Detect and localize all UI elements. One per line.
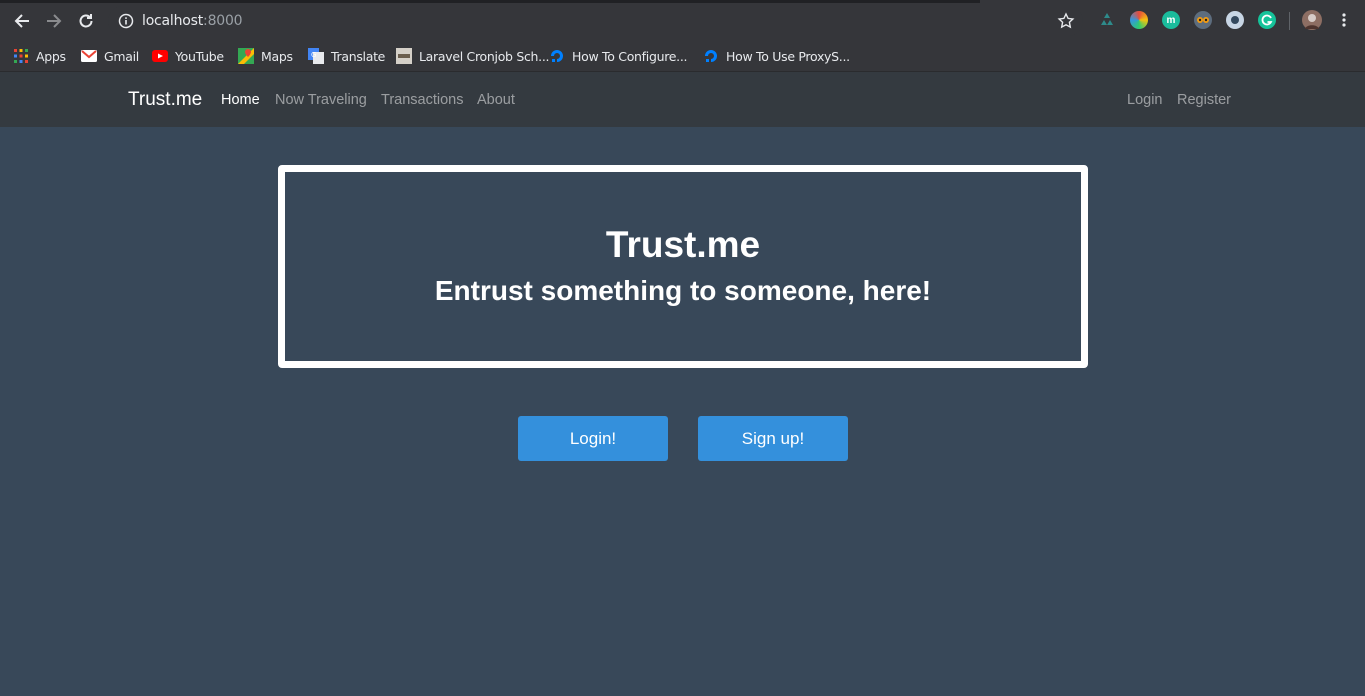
bookmark-label: How To Use ProxyS... xyxy=(726,48,850,64)
hero-box: Trust.me Entrust something to someone, h… xyxy=(278,165,1088,368)
back-arrow-icon xyxy=(14,14,29,28)
url-port: :8000 xyxy=(203,13,243,29)
extension-badge-text: m xyxy=(1166,14,1176,26)
color-extension-icon[interactable] xyxy=(1130,11,1148,29)
info-icon[interactable] xyxy=(118,13,134,29)
reload-button[interactable] xyxy=(75,10,97,32)
site-navbar: Trust.me Home Now Traveling Transactions… xyxy=(0,72,1365,127)
bookmark-label: Gmail xyxy=(104,48,139,64)
tab-strip xyxy=(0,0,980,3)
reload-icon xyxy=(79,14,93,28)
digitalocean-icon xyxy=(703,48,719,64)
forward-button[interactable] xyxy=(43,10,65,32)
svg-text:G: G xyxy=(311,51,316,59)
bookmark-apps[interactable]: Apps xyxy=(13,44,66,68)
bookmark-label: YouTube xyxy=(175,48,224,64)
bookmark-label: Laravel Cronjob Sch... xyxy=(419,48,550,64)
bookmark-youtube[interactable]: YouTube xyxy=(152,44,224,68)
bookmark-how-to-use-proxys[interactable]: How To Use ProxyS... xyxy=(703,44,850,68)
youtube-icon xyxy=(152,48,168,64)
m-extension-icon[interactable]: m xyxy=(1162,11,1180,29)
bookmark-how-to-configure[interactable]: How To Configure... xyxy=(549,44,687,68)
hero-subtitle: Entrust something to someone, here! xyxy=(434,275,932,306)
nav-link-home[interactable]: Home xyxy=(221,92,260,108)
digitalocean-icon xyxy=(549,48,565,64)
nav-link-login[interactable]: Login xyxy=(1127,92,1162,108)
login-button[interactable]: Login! xyxy=(518,416,668,461)
bookmark-gmail[interactable]: Gmail xyxy=(81,44,139,68)
bookmark-laravel-cronjob[interactable]: Laravel Cronjob Sch... xyxy=(396,44,550,68)
back-button[interactable] xyxy=(11,10,33,32)
gmail-icon xyxy=(81,48,97,64)
nav-link-now-traveling[interactable]: Now Traveling xyxy=(275,92,367,108)
navbar-brand[interactable]: Trust.me xyxy=(128,89,202,111)
apps-grid-icon xyxy=(13,48,29,64)
signup-button[interactable]: Sign up! xyxy=(698,416,848,461)
address-bar[interactable]: localhost:8000 xyxy=(108,6,1083,36)
laravel-favicon xyxy=(396,48,412,64)
bookmark-star-icon[interactable] xyxy=(1057,12,1075,30)
url-host: localhost xyxy=(142,13,204,29)
nav-link-transactions[interactable]: Transactions xyxy=(381,92,463,108)
bookmark-maps[interactable]: Maps xyxy=(238,44,293,68)
recycle-extension-icon[interactable] xyxy=(1098,11,1116,29)
circle-extension-icon[interactable] xyxy=(1226,11,1244,29)
bookmarks-bar: Apps Gmail YouTube Maps G Translate Lara… xyxy=(0,40,1365,72)
bookmark-label: Apps xyxy=(36,48,66,64)
grammarly-icon[interactable] xyxy=(1258,11,1276,29)
forward-arrow-icon xyxy=(47,14,62,28)
browser-menu-icon[interactable] xyxy=(1336,12,1352,33)
toolbar-divider xyxy=(1289,12,1290,30)
bookmark-label: Translate xyxy=(331,48,386,64)
bookmark-label: How To Configure... xyxy=(572,48,688,64)
bookmark-translate[interactable]: G Translate xyxy=(308,44,385,68)
nav-link-about[interactable]: About xyxy=(477,92,515,108)
browser-toolbar: localhost:8000 m xyxy=(0,0,1365,40)
url-text[interactable]: localhost:8000 xyxy=(142,13,243,29)
hero-title: Trust.me xyxy=(605,224,761,265)
maps-icon xyxy=(238,48,254,64)
profile-avatar[interactable] xyxy=(1302,10,1322,30)
eyes-extension-icon[interactable] xyxy=(1194,11,1212,29)
translate-icon: G xyxy=(308,48,324,64)
bookmark-label: Maps xyxy=(261,48,293,64)
nav-link-register[interactable]: Register xyxy=(1177,92,1231,108)
